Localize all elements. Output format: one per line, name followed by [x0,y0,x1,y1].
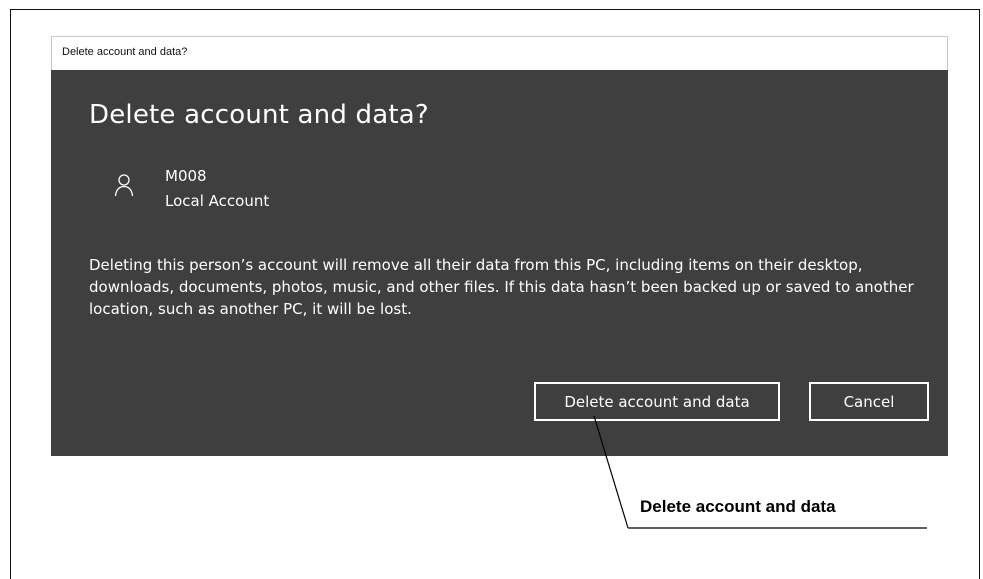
account-name: M008 [165,167,207,185]
dialog-heading: Delete account and data? [89,100,429,130]
callout-label: Delete account and data [640,497,836,516]
delete-account-dialog: Delete account and data? M008 Local Acco… [51,70,948,456]
window-title: Delete account and data? [62,46,188,58]
delete-account-and-data-button[interactable]: Delete account and data [534,382,780,421]
account-type: Local Account [165,192,270,210]
dialog-description: Deleting this person’s account will remo… [89,256,914,318]
cancel-button[interactable]: Cancel [809,382,929,421]
person-icon [114,174,134,197]
window-titlebar: Delete account and data? [51,36,948,70]
